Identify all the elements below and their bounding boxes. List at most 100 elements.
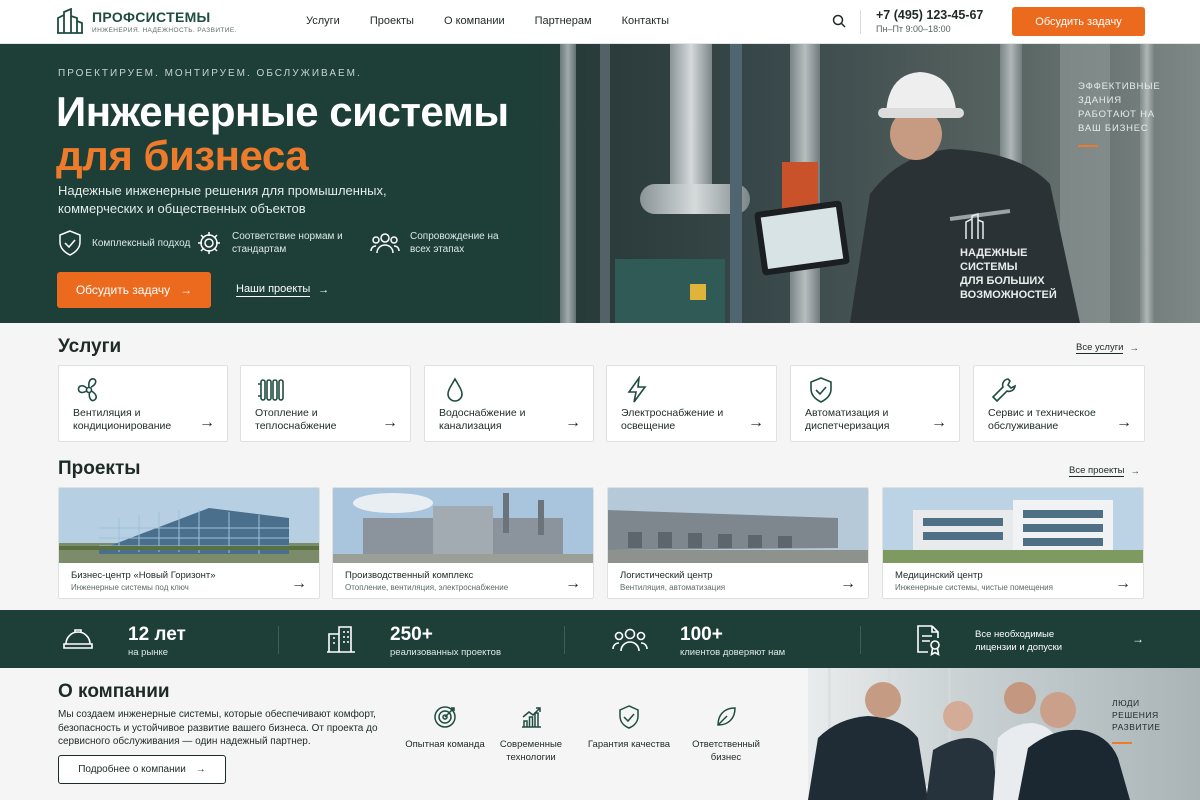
arrow-right-icon: →: [1130, 465, 1140, 477]
header-cta-button[interactable]: Обсудить задачу: [1012, 7, 1145, 36]
people-icon: [612, 628, 648, 652]
arrow-right-icon: →: [1115, 575, 1131, 592]
stat-value: 12 лет: [128, 624, 186, 645]
nav-projects[interactable]: Проекты: [370, 15, 414, 27]
stat-label: клиентов доверяют нам: [680, 647, 786, 658]
shield-check-icon: [584, 705, 674, 731]
project-photo: [333, 488, 593, 563]
header-divider: [860, 10, 861, 34]
arrow-right-icon: →: [1116, 414, 1132, 431]
company-value: Опытная команда: [400, 705, 490, 752]
logo[interactable]: ПРОФСИСТЕМЫ ИНЖЕНЕРИЯ. НАДЕЖНОСТЬ. РАЗВИ…: [56, 8, 237, 34]
project-photo: [608, 488, 868, 563]
arrow-right-icon: →: [318, 284, 330, 296]
stat-value: 100+: [680, 624, 723, 645]
stat-label: на рынке: [128, 647, 169, 658]
project-card[interactable]: Бизнес-центр «Новый Горизонт» Инженерные…: [58, 487, 320, 599]
target-icon: [400, 705, 490, 731]
arrow-right-icon: →: [565, 414, 581, 431]
stat-label: реализованных проектов: [390, 647, 501, 658]
certificate-icon: [914, 624, 942, 656]
stat-divider: [278, 626, 279, 654]
project-card[interactable]: Логистический центр Вентиляция, автомати…: [607, 487, 869, 599]
svg-text:ДЛЯ БОЛЬШИХ: ДЛЯ БОЛЬШИХ: [960, 275, 1045, 287]
logo-name: ПРОФСИСТЕМЫ: [92, 8, 211, 25]
project-card[interactable]: Медицинский центр Инженерные системы, чи…: [882, 487, 1144, 599]
hero-feature: Комплексный подход: [58, 230, 202, 256]
stats-band: 12 лет на рынке 250+ реализованных проек…: [0, 610, 1200, 668]
all-services-link[interactable]: Все услуги →: [1076, 342, 1139, 354]
wrench-icon: [990, 376, 1018, 404]
project-card[interactable]: Производственный комплекс Отопление, вен…: [332, 487, 594, 599]
company-value: Современные технологии: [486, 705, 576, 764]
arrow-right-icon: →: [931, 414, 947, 431]
about-title: О компании: [58, 681, 170, 702]
svg-text:СИСТЕМЫ: СИСТЕМЫ: [960, 261, 1018, 273]
service-card[interactable]: Автоматизация и диспетчеризация →: [790, 365, 960, 442]
our-projects-link[interactable]: Наши проекты →: [236, 283, 329, 297]
projects-title: Проекты: [58, 458, 141, 479]
nav-services[interactable]: Услуги: [306, 15, 340, 27]
company-value: Гарантия качества: [584, 705, 674, 752]
phone-number[interactable]: +7 (495) 123-45-67: [876, 8, 983, 22]
buildings-icon: [326, 624, 356, 654]
search-icon[interactable]: [832, 14, 846, 28]
service-card[interactable]: Вентиляция и кондиционирование →: [58, 365, 228, 442]
hero-feature: Сопровождение на всех этапах: [370, 230, 520, 256]
hero-section: НАДЕЖНЫЕ СИСТЕМЫ ДЛЯ БОЛЬШИХ ВОЗМОЖНОСТЕ…: [0, 44, 1200, 323]
shield-check-icon: [59, 230, 81, 256]
hero-title: Инженерные системы: [56, 88, 509, 135]
hero-eyebrow: ПРОЕКТИРУЕМ. МОНТИРУЕМ. ОБСЛУЖИВАЕМ.: [58, 68, 362, 79]
arrow-right-icon: →: [180, 283, 193, 297]
hero-feature: Соответствие нормам и стандартам: [196, 230, 352, 256]
people-icon: [370, 233, 400, 254]
hard-hat-icon: [62, 624, 94, 654]
arrow-right-icon: →: [1129, 342, 1139, 354]
radiator-icon: [257, 376, 285, 404]
photo-tag: ЛЮДИ РЕШЕНИЯ РАЗВИТИЕ: [1112, 698, 1161, 732]
leaf-icon: [681, 705, 771, 731]
arrow-right-icon: →: [565, 575, 581, 592]
about-more-button[interactable]: Подробнее о компании →: [58, 755, 226, 784]
logo-tagline: ИНЖЕНЕРИЯ. НАДЕЖНОСТЬ. РАЗВИТИЕ.: [92, 26, 237, 34]
company-value: Ответственный бизнес: [681, 705, 771, 764]
service-card[interactable]: Электроснабжение и освещение →: [606, 365, 777, 442]
team-photo: [808, 668, 1200, 800]
hero-title-accent: для бизнеса: [56, 132, 309, 179]
shield-check-icon: [807, 376, 835, 404]
accent-line: [1078, 145, 1098, 147]
project-photo: [59, 488, 319, 563]
lightning-icon: [623, 376, 651, 404]
all-projects-link[interactable]: Все проекты →: [1069, 465, 1140, 477]
logo-buildings-icon: [57, 8, 83, 34]
nav-about[interactable]: О компании: [444, 15, 505, 27]
arrow-right-icon: →: [840, 575, 856, 592]
stat-divider: [860, 626, 861, 654]
site-header: ПРОФСИСТЕМЫ ИНЖЕНЕРИЯ. НАДЕЖНОСТЬ. РАЗВИ…: [0, 0, 1200, 44]
service-card[interactable]: Сервис и техническое обслуживание →: [973, 365, 1145, 442]
stat-value: 250+: [390, 624, 433, 645]
gear-icon: [198, 232, 220, 254]
water-drop-icon: [441, 376, 469, 404]
svg-text:ВОЗМОЖНОСТЕЙ: ВОЗМОЖНОСТЕЙ: [960, 288, 1057, 301]
chart-icon: [486, 705, 576, 731]
service-card[interactable]: Водоснабжение и канализация →: [424, 365, 594, 442]
arrow-right-icon[interactable]: →: [1132, 632, 1144, 646]
nav-contacts[interactable]: Контакты: [622, 15, 670, 27]
stat-label: Все необходимые лицензии и допуски: [975, 629, 1063, 653]
arrow-right-icon: →: [291, 575, 307, 592]
hero-subtitle: Надежные инженерные решения для промышле…: [58, 183, 387, 216]
hero-cta-button[interactable]: Обсудить задачу →: [57, 272, 211, 308]
project-photo: [883, 488, 1143, 563]
services-title: Услуги: [58, 336, 122, 357]
arrow-right-icon: →: [199, 414, 215, 431]
arrow-right-icon: →: [748, 414, 764, 431]
svg-text:НАДЕЖНЫЕ: НАДЕЖНЫЕ: [960, 247, 1027, 259]
service-card[interactable]: Отопление и теплоснабжение →: [240, 365, 411, 442]
main-nav: Услуги Проекты О компании Партнерам Конт…: [306, 15, 699, 27]
accent-line: [1112, 742, 1132, 744]
stat-divider: [564, 626, 565, 654]
arrow-right-icon: →: [382, 414, 398, 431]
hero-side-text: ЭФФЕКТИВНЫЕ ЗДАНИЯ РАБОТАЮТ НА ВАШ БИЗНЕ…: [1078, 81, 1161, 134]
nav-partners[interactable]: Партнерам: [535, 15, 592, 27]
